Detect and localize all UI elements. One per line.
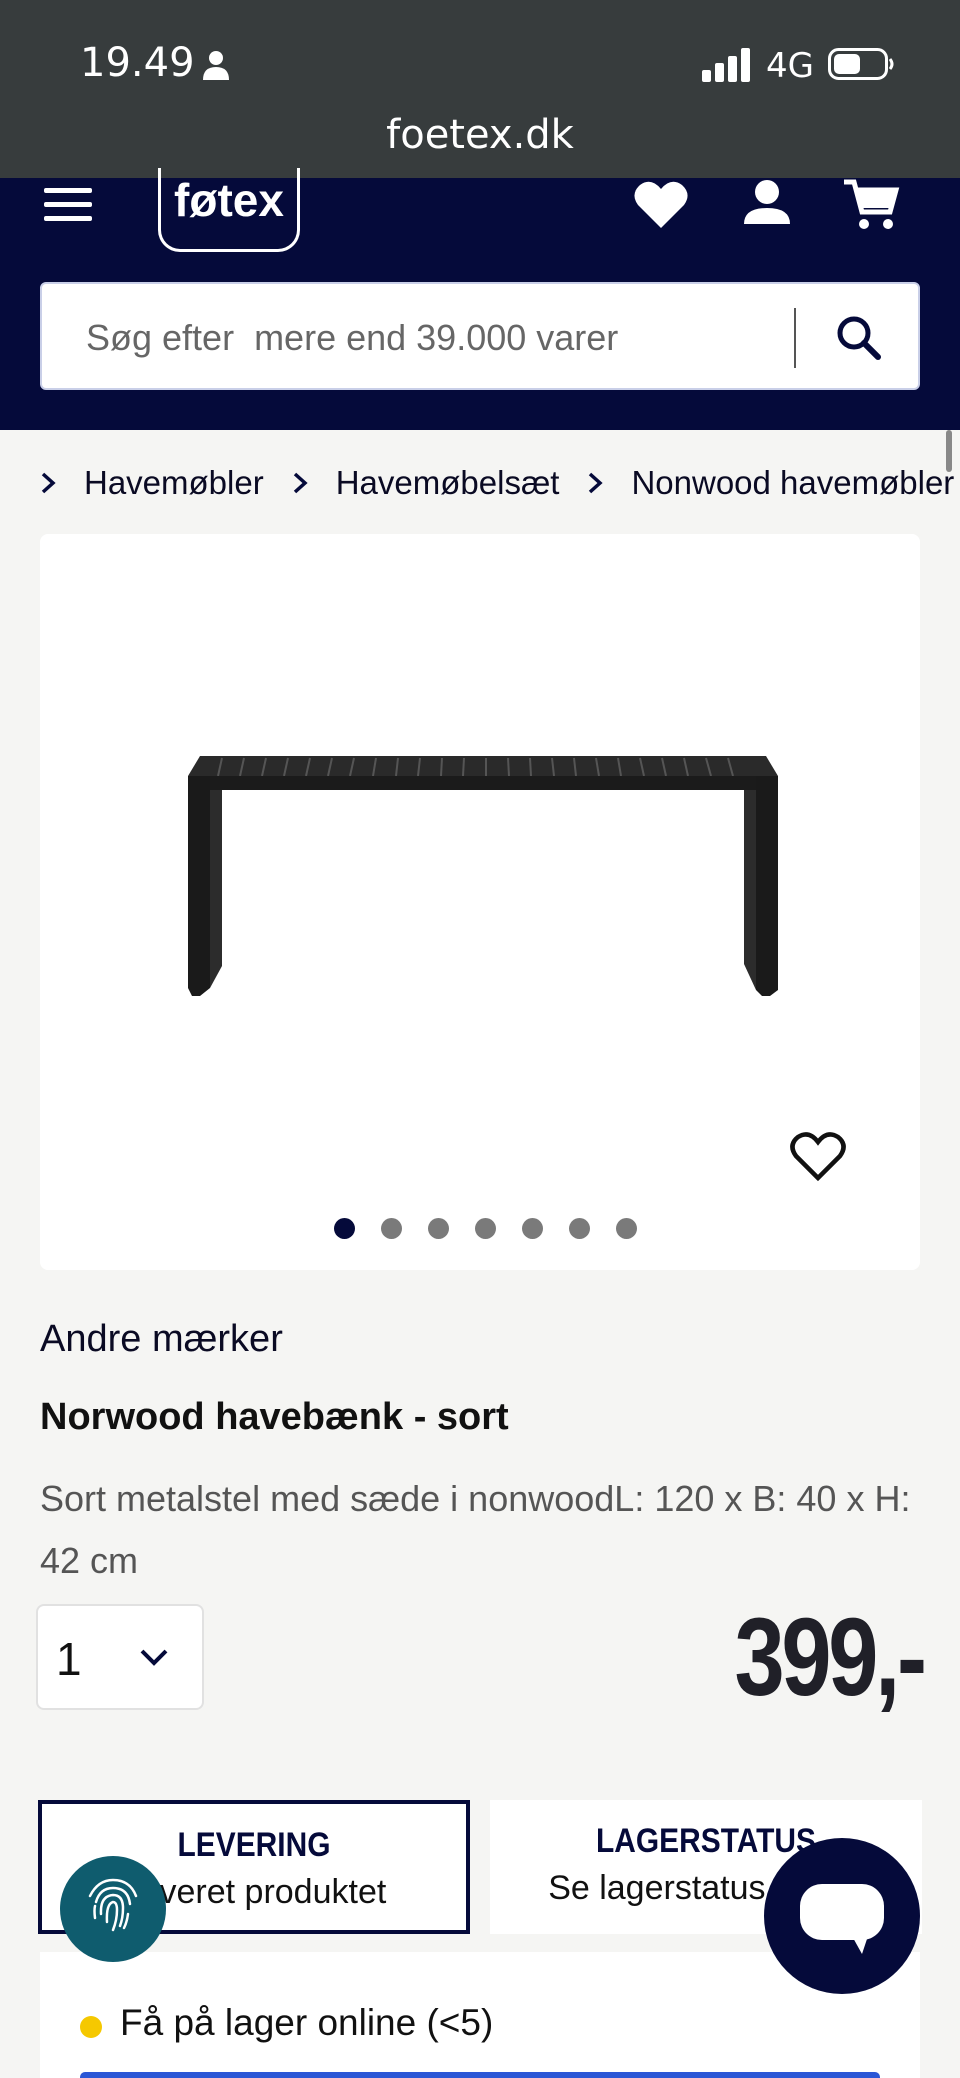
gallery-dot[interactable] (474, 1218, 496, 1239)
stock-status-text: Få på lager online (<5) (120, 2002, 494, 2043)
fingerprint-button[interactable] (60, 1856, 166, 1962)
url-bar[interactable]: foetex.dk (0, 112, 960, 158)
breadcrumb-item[interactable]: Nonwood havemøbler (587, 464, 954, 502)
favorite-icon[interactable] (788, 1128, 848, 1184)
foetex-logo[interactable]: føtex (158, 168, 300, 252)
signal-icon (702, 48, 750, 82)
chevron-right-icon (41, 472, 56, 494)
heart-icon[interactable] (632, 176, 690, 232)
network-type: 4G (766, 46, 814, 86)
search-divider (794, 308, 796, 368)
gallery-dot[interactable] (380, 1218, 402, 1239)
product-image[interactable] (170, 752, 790, 1002)
gallery-pagination (40, 1218, 920, 1239)
search-icon[interactable] (820, 302, 902, 374)
product-title: Norwood havebænk - sort (40, 1396, 509, 1438)
add-to-cart-button[interactable] (80, 2072, 880, 2078)
fingerprint-icon (88, 1878, 138, 1932)
breadcrumb: Havemøbler Havemøbelsæt Nonwood havemøbl… (40, 458, 954, 508)
battery-icon (828, 48, 894, 80)
product-description: Sort metalstel med sæde i nonwoodL: 120 … (40, 1478, 911, 1581)
product-price: 399,- (734, 1596, 927, 1719)
product-brand[interactable]: Andre mærker (40, 1318, 283, 1361)
gallery-dot[interactable] (568, 1218, 590, 1239)
search-input[interactable] (86, 310, 806, 366)
status-bar: 19.49 4G foetex.dk (0, 0, 960, 178)
chat-bubble-icon (800, 1884, 884, 1954)
menu-button[interactable] (44, 188, 92, 222)
person-icon (203, 51, 229, 80)
chevron-right-icon (589, 472, 604, 494)
stock-status-dot (80, 2016, 102, 2038)
menu-icon (44, 188, 92, 193)
search-bar (40, 282, 920, 390)
chat-button[interactable] (764, 1838, 920, 1994)
clock: 19.49 (80, 40, 195, 86)
chevron-down-icon (140, 1649, 168, 1666)
quantity-select[interactable]: 1 (36, 1604, 204, 1710)
product-image-gallery[interactable] (40, 534, 920, 1270)
user-icon[interactable] (738, 176, 796, 232)
gallery-dot[interactable] (333, 1218, 355, 1239)
gallery-dot[interactable] (521, 1218, 543, 1239)
quantity-value: 1 (56, 1633, 82, 1685)
breadcrumb-item[interactable]: Havemøbler (40, 464, 264, 502)
gallery-dot[interactable] (427, 1218, 449, 1239)
cart-icon[interactable] (842, 176, 900, 232)
breadcrumb-item[interactable]: Havemøbelsæt (292, 464, 559, 502)
chevron-right-icon (293, 472, 308, 494)
gallery-dot[interactable] (615, 1218, 637, 1239)
